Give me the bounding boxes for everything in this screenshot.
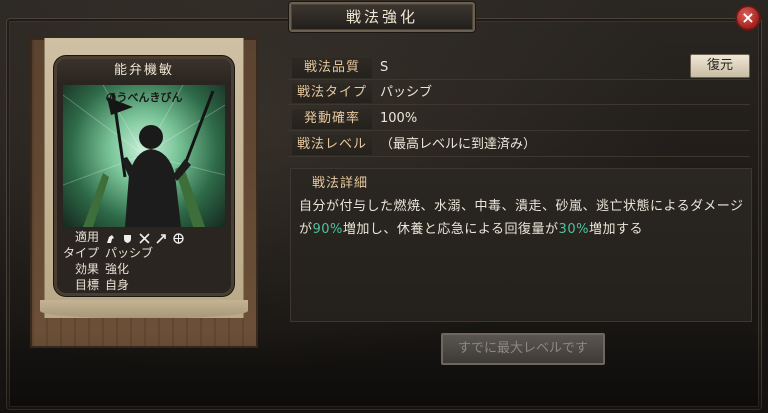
detail-highlight-2: 30%	[558, 222, 589, 237]
cavalry-icon	[105, 232, 116, 243]
restore-button[interactable]: 復元	[690, 54, 750, 78]
stat-target-value: 自身	[105, 278, 130, 292]
quality-value: S	[380, 60, 389, 75]
card-name: 能弁機敏	[57, 59, 231, 83]
scroll-roll	[40, 300, 248, 318]
max-level-button: すでに最大レベルです	[441, 333, 605, 365]
apply-icons	[105, 232, 225, 244]
stat-type-key: タイプ	[63, 246, 100, 260]
shield-icon	[122, 232, 133, 243]
quality-label: 戦法品質	[292, 58, 372, 78]
dialog-title: 戦法強化	[289, 2, 475, 32]
detail-text: 自分が付与した燃焼、水溺、中毒、潰走、砂嵐、逃亡状態によるダメージが90%増加し…	[299, 195, 749, 241]
quality-row: 戦法品質 S	[288, 56, 750, 80]
lower-shade	[6, 330, 762, 410]
type-label: 戦法タイプ	[292, 83, 372, 103]
stat-target-key: 目標	[74, 278, 99, 292]
stat-type-value: パッシブ	[105, 246, 154, 260]
detail-label: 戦法詳細	[311, 176, 368, 191]
level-row: 戦法レベル （最高レベルに到達済み）	[288, 133, 750, 157]
stat-type: タイプ パッシブ	[63, 245, 225, 261]
level-value: （最高レベルに到達済み）	[380, 137, 537, 152]
detail-text-part3: 増加する	[588, 222, 643, 237]
card-artwork: のうべんきびん	[63, 85, 225, 227]
wheel-icon	[173, 232, 184, 244]
rate-value: 100%	[380, 111, 418, 126]
stat-apply: 適用	[63, 229, 225, 245]
stat-effect-key: 効果	[74, 262, 99, 276]
close-button[interactable]: ×	[735, 5, 761, 31]
type-value: パッシブ	[380, 85, 433, 100]
detail-text-part2: 増加し、休養と応急による回復量が	[342, 222, 559, 237]
level-label: 戦法レベル	[292, 135, 372, 155]
stat-apply-key: 適用	[74, 230, 99, 244]
tactic-card: 能弁機敏 のうべんきびん 適用 タイプ パッシブ 効果 強化 目標 自身	[54, 56, 234, 296]
tactic-detail-box: 戦法詳細 自分が付与した燃焼、水溺、中毒、潰走、砂嵐、逃亡状態によるダメージが9…	[290, 168, 752, 322]
general-silhouette-icon	[63, 85, 225, 227]
card-stats: 適用 タイプ パッシブ 効果 強化 目標 自身	[63, 229, 225, 293]
rate-label: 発動確率	[292, 109, 372, 129]
stat-target: 目標 自身	[63, 277, 225, 293]
arrow-icon	[156, 232, 167, 244]
type-row: 戦法タイプ パッシブ	[288, 81, 750, 105]
rate-row: 発動確率 100%	[288, 107, 750, 131]
card-reading: のうべんきびん	[105, 91, 183, 104]
crossed-swords-icon	[139, 232, 150, 244]
stat-effect-value: 強化	[105, 262, 130, 276]
stat-effect: 効果 強化	[63, 261, 225, 277]
detail-highlight-1: 90%	[312, 222, 343, 237]
